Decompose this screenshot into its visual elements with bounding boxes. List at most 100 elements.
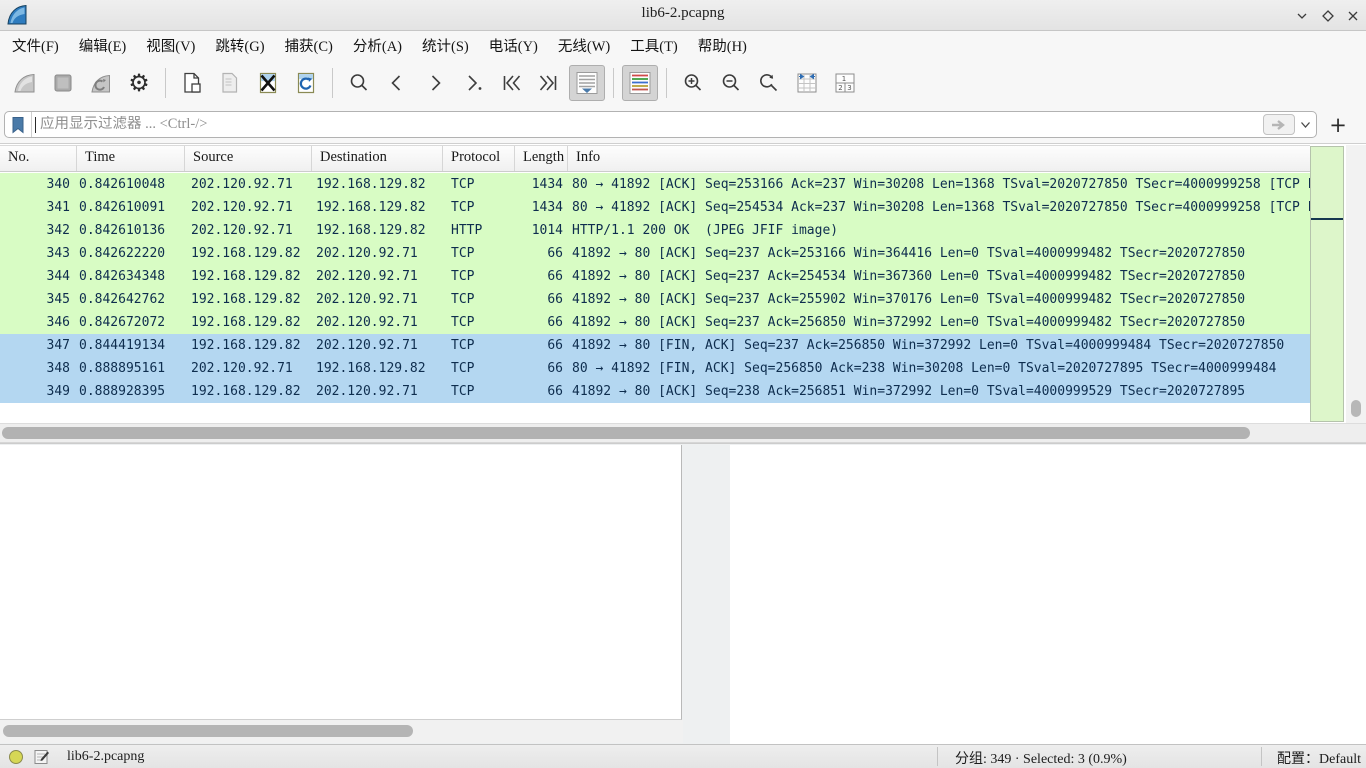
auto-scroll-button[interactable] [569, 65, 605, 101]
cell-no: 343 [0, 242, 77, 265]
menu-capture[interactable]: 捕获(C) [285, 32, 344, 59]
double-chevron-last-icon [537, 71, 561, 95]
cell-info: 41892 → 80 [ACK] Seq=237 Ack=254534 Win=… [568, 265, 1310, 288]
cell-source: 192.168.129.82 [185, 265, 312, 288]
packet-bytes-pane[interactable] [730, 445, 1366, 744]
cell-time: 0.888895161 [77, 357, 185, 380]
auto-scroll-icon [574, 70, 600, 96]
find-packet-button[interactable] [341, 65, 377, 101]
reload-file-button[interactable] [288, 65, 324, 101]
details-scrollbar-thumb[interactable] [3, 725, 413, 737]
filter-dropdown-button[interactable] [1298, 122, 1312, 128]
menu-help[interactable]: 帮助(H) [698, 32, 758, 59]
cell-length: 66 [515, 357, 568, 380]
details-horizontal-scrollbar[interactable] [0, 720, 683, 743]
zoom-in-icon [681, 71, 705, 95]
zoom-reset-button[interactable] [751, 65, 787, 101]
capture-options-button[interactable]: ⚙ [121, 65, 157, 101]
column-header-no[interactable]: No. [0, 146, 77, 171]
go-back-button[interactable] [379, 65, 415, 101]
cell-source: 202.120.92.71 [185, 196, 312, 219]
status-profile[interactable]: 配置：Default [1277, 748, 1361, 768]
column-header-info[interactable]: Info [568, 146, 1310, 171]
packet-row[interactable]: 3470.844419134192.168.129.82202.120.92.7… [0, 334, 1310, 357]
cell-length: 66 [515, 242, 568, 265]
zoom-in-button[interactable] [675, 65, 711, 101]
packet-row[interactable]: 3490.888928395192.168.129.82202.120.92.7… [0, 380, 1310, 403]
close-file-button[interactable] [250, 65, 286, 101]
packet-details-pane[interactable] [0, 445, 682, 720]
go-last-packet-button[interactable] [531, 65, 567, 101]
svg-text:2: 2 [838, 84, 842, 92]
save-file-button[interactable] [212, 65, 248, 101]
maximize-button[interactable] [1319, 7, 1337, 25]
menu-go[interactable]: 跳转(G) [215, 32, 275, 59]
colorize-button[interactable] [622, 65, 658, 101]
capture-comment-icon[interactable] [33, 748, 50, 765]
cell-length: 66 [515, 380, 568, 403]
restart-capture-button[interactable] [83, 65, 119, 101]
packet-row[interactable]: 3400.842610048202.120.92.71192.168.129.8… [0, 173, 1310, 196]
horizontal-scrollbar-thumb[interactable] [2, 427, 1250, 439]
cell-source: 192.168.129.82 [185, 334, 312, 357]
zoom-out-button[interactable] [713, 65, 749, 101]
minimap-marker [1311, 218, 1343, 220]
cell-no: 341 [0, 196, 77, 219]
menu-bar: 文件(F) 编辑(E) 视图(V) 跳转(G) 捕获(C) 分析(A) 统计(S… [0, 31, 1366, 59]
packet-row[interactable]: 3440.842634348192.168.129.82202.120.92.7… [0, 265, 1310, 288]
menu-edit[interactable]: 编辑(E) [79, 32, 138, 59]
resize-columns-button[interactable] [789, 65, 825, 101]
column-header-destination[interactable]: Destination [312, 146, 443, 171]
cell-no: 348 [0, 357, 77, 380]
horizontal-scrollbar[interactable] [0, 423, 1366, 443]
go-to-packet-button[interactable] [455, 65, 491, 101]
display-filter-input[interactable] [36, 116, 1263, 133]
expert-info-icon[interactable] [8, 749, 24, 765]
status-filename[interactable]: lib6-2.pcapng [67, 749, 144, 765]
vertical-scrollbar[interactable] [1346, 145, 1366, 423]
go-first-packet-button[interactable] [493, 65, 529, 101]
packet-row[interactable]: 3480.888895161202.120.92.71192.168.129.8… [0, 357, 1310, 380]
column-header-time[interactable]: Time [77, 146, 185, 171]
cell-destination: 202.120.92.71 [312, 311, 443, 334]
column-header-length[interactable]: Length [515, 146, 568, 171]
menu-wireless[interactable]: 无线(W) [558, 32, 621, 59]
svg-text:3: 3 [847, 84, 851, 92]
apply-filter-button[interactable] [1263, 114, 1295, 135]
cell-protocol: HTTP [443, 219, 515, 242]
column-header-source[interactable]: Source [185, 146, 312, 171]
menu-tools[interactable]: 工具(T) [630, 32, 689, 59]
packet-row[interactable]: 3430.842622220192.168.129.82202.120.92.7… [0, 242, 1310, 265]
packet-row[interactable]: 3450.842642762192.168.129.82202.120.92.7… [0, 288, 1310, 311]
menu-file[interactable]: 文件(F) [12, 32, 70, 59]
go-forward-button[interactable] [417, 65, 453, 101]
column-header-protocol[interactable]: Protocol [443, 146, 515, 171]
cell-destination: 202.120.92.71 [312, 288, 443, 311]
packet-list-minimap[interactable] [1310, 146, 1344, 422]
stop-capture-button[interactable] [45, 65, 81, 101]
packet-row[interactable]: 3460.842672072192.168.129.82202.120.92.7… [0, 311, 1310, 334]
menu-view[interactable]: 视图(V) [146, 32, 206, 59]
search-icon [347, 71, 371, 95]
menu-analyze[interactable]: 分析(A) [353, 32, 413, 59]
vertical-scrollbar-thumb[interactable] [1351, 400, 1361, 417]
packet-row[interactable]: 3410.842610091202.120.92.71192.168.129.8… [0, 196, 1310, 219]
start-capture-button[interactable] [7, 65, 43, 101]
cell-length: 1434 [515, 173, 568, 196]
minimize-button[interactable] [1293, 7, 1311, 25]
close-button[interactable] [1344, 7, 1362, 25]
cell-destination: 202.120.92.71 [312, 265, 443, 288]
menu-statistics[interactable]: 统计(S) [422, 32, 480, 59]
layout-button[interactable]: 1 2 3 [827, 65, 863, 101]
title-bar: lib6-2.pcapng [0, 0, 1366, 31]
add-filter-button[interactable]: + [1326, 113, 1350, 137]
menu-telephony[interactable]: 电话(Y) [489, 32, 549, 59]
bookmark-icon[interactable] [5, 112, 32, 137]
cell-info: 41892 → 80 [ACK] Seq=237 Ack=253166 Win=… [568, 242, 1310, 265]
cell-time: 0.844419134 [77, 334, 185, 357]
packet-row[interactable]: 3420.842610136202.120.92.71192.168.129.8… [0, 219, 1310, 242]
cell-time: 0.842622220 [77, 242, 185, 265]
chevron-left-icon [385, 71, 409, 95]
open-file-button[interactable] [174, 65, 210, 101]
chevron-right-dot-icon [461, 71, 485, 95]
